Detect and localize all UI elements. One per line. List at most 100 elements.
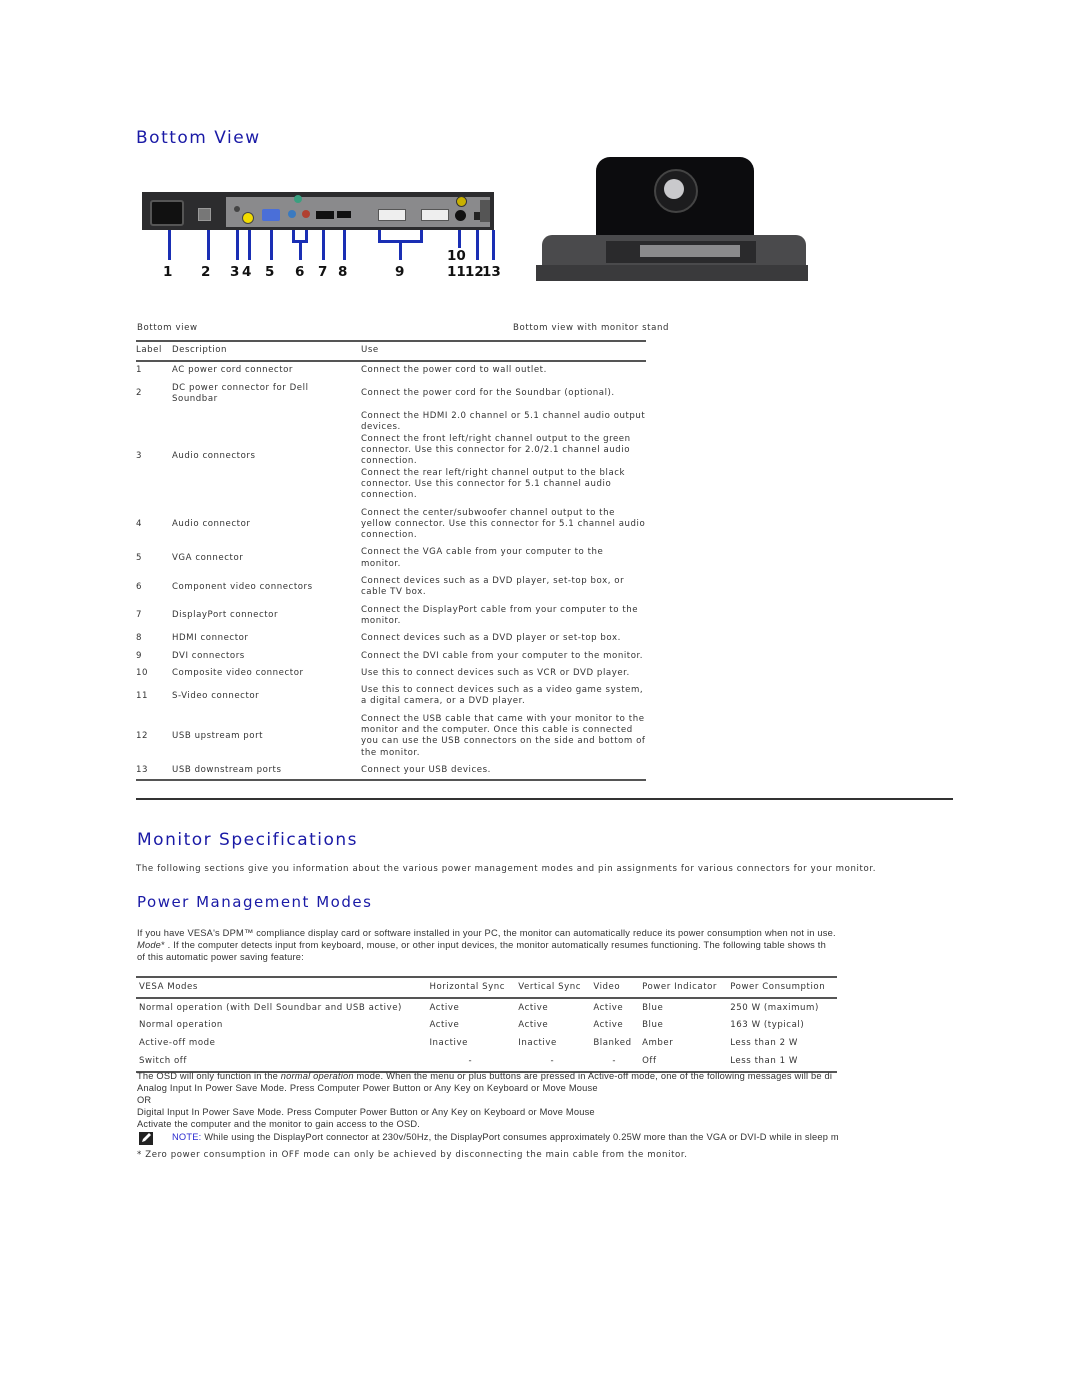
usb-downstream-icon (480, 200, 490, 222)
connector-use: Connect the VGA cable from your computer… (361, 544, 646, 573)
video-cell: Active (593, 1020, 624, 1031)
connector-use-text: Connect the DVI cable from your computer… (361, 650, 644, 661)
connector-label: 2 (136, 388, 143, 399)
connector-table-row: 5 VGA connector Connect the VGA cable from… (136, 544, 646, 573)
connector-description: Audio connectors (172, 450, 256, 461)
header-use: Use (361, 341, 646, 363)
connector-description: USB downstream ports (172, 764, 282, 775)
note-text: NOTE: While using the DisplayPort connec… (172, 1131, 952, 1143)
connector-use: Connect devices such as a DVD player or … (361, 630, 646, 647)
connector-table-row: 8 HDMI connector Connect devices such as a… (136, 630, 646, 647)
bottom-view-with-stand-image (536, 157, 808, 283)
video-cell: Active (593, 1002, 624, 1013)
callout-9: 9 (395, 264, 405, 280)
section-divider (136, 798, 953, 800)
vesa-mode-cell: Active-off mode (139, 1038, 216, 1049)
power-indicator-cell: Amber (642, 1038, 674, 1049)
connector-description: AC power cord connector (172, 365, 294, 376)
connector-use-text: Connect the USB cable that came with you… (361, 713, 646, 758)
power-consumption-cell: Less than 2 W (730, 1038, 798, 1049)
video-cell: Blanked (593, 1038, 632, 1049)
connector-label: 9 (136, 650, 143, 661)
connector-label: 13 (136, 764, 149, 775)
connector-use-text: Connect the center/subwoofer channel out… (361, 507, 646, 541)
osd-line: The OSD will only function in the normal… (137, 1070, 952, 1082)
footnote: * Zero power consumption in OFF mode can… (137, 1150, 688, 1160)
msg-activate: Activate the computer and the monitor to… (137, 1119, 421, 1129)
connector-label: 1 (136, 365, 143, 376)
connector-use: Connect the center/subwoofer channel out… (361, 505, 646, 545)
note-pencil-icon (139, 1130, 153, 1145)
connector-use-text: Connect devices such as a DVD player, se… (361, 576, 625, 598)
power-consumption-cell: 163 W (typical) (730, 1020, 805, 1031)
connector-table-row: 6 Component video connectors Connect devic… (136, 573, 646, 602)
dc-power-connector-icon (198, 208, 211, 221)
caption-bottom-view: Bottom view (137, 323, 198, 333)
connector-table-row: 12 USB upstream port Connect the USB cable… (136, 711, 646, 762)
note-body: While using the DisplayPort connector at… (201, 1132, 839, 1142)
composite-video-icon (456, 196, 467, 207)
power-indicator-cell: Blue (642, 1020, 664, 1031)
connector-description: Composite video connector (172, 667, 304, 678)
connector-label: 4 (136, 518, 143, 529)
power-modes-table: VESA Modes Horizontal Sync Vertical Sync… (136, 976, 837, 1073)
connector-use-text: Connect the front left/right channel out… (361, 433, 631, 467)
connector-use: Connect the USB cable that came with you… (361, 711, 646, 762)
connector-description: DC power connector for Dell Soundbar (172, 382, 309, 404)
pm-para-line-2: Mode* . If the computer detects input fr… (137, 939, 952, 951)
pm-para-line-3: of this automatic power saving feature: (137, 952, 304, 962)
connector-table-row: 1 AC power cord connector Connect the powe… (136, 361, 646, 379)
caption-bottom-view-with-stand: Bottom view with monitor stand (513, 323, 670, 333)
header-horizontal-sync: Horizontal Sync (426, 977, 516, 1000)
connector-use: Connect devices such as a DVD player, se… (361, 573, 646, 602)
header-label: Label (136, 341, 172, 363)
vertical-sync-cell: Active (518, 1020, 549, 1031)
osd-line-italic: normal operation (280, 1071, 354, 1081)
connector-use-text: Connect the power cord to wall outlet. (361, 365, 547, 376)
callout-4: 4 (242, 264, 252, 280)
connector-use: Connect the power cord to wall outlet. (361, 361, 646, 379)
audio-connector-icon (242, 212, 254, 224)
connector-label: 7 (136, 610, 143, 621)
connector-table-row: 13 USB downstream ports Connect your USB d… (136, 762, 646, 781)
callout-10: 10 (447, 248, 466, 264)
osd-line-suffix: mode. When the menu or plus buttons are … (353, 1071, 833, 1081)
connector-use-text: Connect the rear left/right channel outp… (361, 467, 626, 501)
osd-line-prefix: The OSD will only function in the (137, 1071, 281, 1081)
bottom-view-connector-image: 1 2 3 4 5 6 7 8 9 10 11 12 13 (142, 192, 501, 286)
power-consumption-cell: 250 W (maximum) (730, 1002, 819, 1013)
s-video-icon (455, 210, 466, 221)
connector-label: 3 (136, 450, 143, 461)
vertical-sync-cell: Inactive (518, 1038, 557, 1049)
connector-use: Connect the DisplayPort cable from your … (361, 602, 646, 631)
callout-11: 11 (447, 264, 466, 280)
monitor-specifications-heading: Monitor Specifications (137, 830, 359, 850)
header-power-consumption: Power Consumption (727, 977, 837, 1000)
connector-use: Connect your USB devices. (361, 762, 646, 780)
connector-table-row: 7 DisplayPort connector Connect the Displa… (136, 602, 646, 631)
connector-table-row: 2 DC power connector for Dell Soundbar Con… (136, 380, 646, 409)
hdmi-connector-icon (337, 211, 351, 218)
pm-para-line-1: If you have VESA's DPM™ compliance displ… (137, 928, 836, 938)
callout-7: 7 (318, 264, 328, 280)
pm-mode-italic: Mode (137, 940, 162, 950)
vesa-mode-cell: Normal operation (139, 1020, 223, 1031)
power-mode-row: Active-off mode Inactive Inactive Blanked Am… (136, 1035, 837, 1053)
connector-table: Label Description Use 1 AC power cord con… (136, 340, 646, 781)
connector-use-text: Connect the DisplayPort cable from your … (361, 604, 639, 626)
note-label: NOTE: (172, 1132, 202, 1142)
callout-3: 3 (230, 264, 240, 280)
connector-use-text: Use this to connect devices such as a vi… (361, 685, 644, 707)
header-vertical-sync: Vertical Sync (515, 977, 591, 1000)
connector-use-text: Connect the VGA cable from your computer… (361, 547, 604, 569)
connector-use: Connect the HDMI 2.0 channel or 5.1 chan… (361, 408, 646, 504)
power-modes-table-body: Normal operation (with Dell Soundbar and… (136, 998, 837, 1072)
header-vesa-modes: VESA Modes (136, 977, 427, 1000)
power-management-heading: Power Management Modes (137, 893, 373, 911)
connector-use-text: Connect the HDMI 2.0 channel or 5.1 chan… (361, 411, 646, 433)
pm-para-line-2-text: * . If the computer detects input from k… (161, 940, 826, 950)
header-video: Video (590, 977, 640, 1000)
connector-description: HDMI connector (172, 633, 249, 644)
connector-description: Component video connectors (172, 581, 313, 592)
vesa-mode-cell: Normal operation (with Dell Soundbar and… (139, 1002, 402, 1013)
